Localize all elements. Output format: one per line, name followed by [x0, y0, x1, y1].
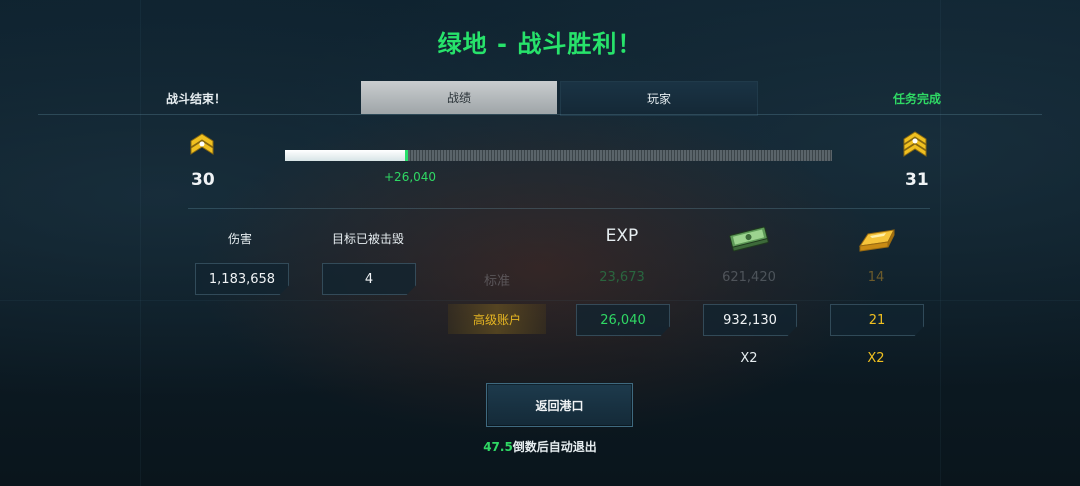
premium-account-label: 高级账户	[448, 304, 546, 334]
rank-progress-fill	[285, 150, 409, 161]
battle-end-label: 战斗结束！	[166, 92, 227, 106]
rank-progress-bar	[285, 150, 832, 161]
tab-players[interactable]: 玩家	[560, 81, 758, 116]
header-divider	[38, 114, 1042, 115]
stats-divider	[188, 208, 930, 209]
rank-next-icon	[901, 131, 929, 161]
cash-multiplier: X2	[740, 351, 758, 366]
background-line	[140, 0, 141, 486]
mission-complete-label: 任务完成	[893, 92, 942, 106]
auto-exit-countdown: 47.5倒数后自动退出	[0, 438, 1080, 455]
exp-header: EXP	[605, 226, 639, 246]
gold-bar-icon	[856, 224, 898, 256]
kills-value: 4	[322, 263, 416, 295]
rank-next-level: 31	[905, 170, 929, 190]
background-line	[0, 300, 1080, 301]
countdown-text: 倒数后自动退出	[512, 440, 597, 454]
standard-cash: 621,420	[722, 270, 776, 285]
tab-stats[interactable]: 战绩	[361, 81, 557, 114]
premium-gold: 21	[830, 304, 924, 336]
standard-label: 标准	[483, 274, 510, 289]
kills-label: 目标已被击毁	[331, 232, 404, 246]
premium-cash: 932,130	[703, 304, 797, 336]
rank-current-level: 30	[191, 170, 215, 190]
cash-stack-icon	[728, 226, 770, 256]
premium-exp: 26,040	[576, 304, 670, 336]
standard-exp: 23,673	[599, 270, 645, 285]
standard-gold: 14	[867, 270, 885, 285]
gold-multiplier: X2	[867, 351, 885, 366]
return-to-port-button[interactable]: 返回港口	[486, 383, 633, 427]
countdown-value: 47.5	[483, 440, 513, 454]
rank-current-icon	[188, 133, 216, 163]
damage-label: 伤害	[227, 232, 252, 246]
page-title: 绿地 - 战斗胜利！	[437, 30, 643, 58]
background-line	[940, 0, 941, 486]
exp-gain-label: +26,040	[384, 170, 437, 184]
damage-value: 1,183,658	[195, 263, 289, 295]
